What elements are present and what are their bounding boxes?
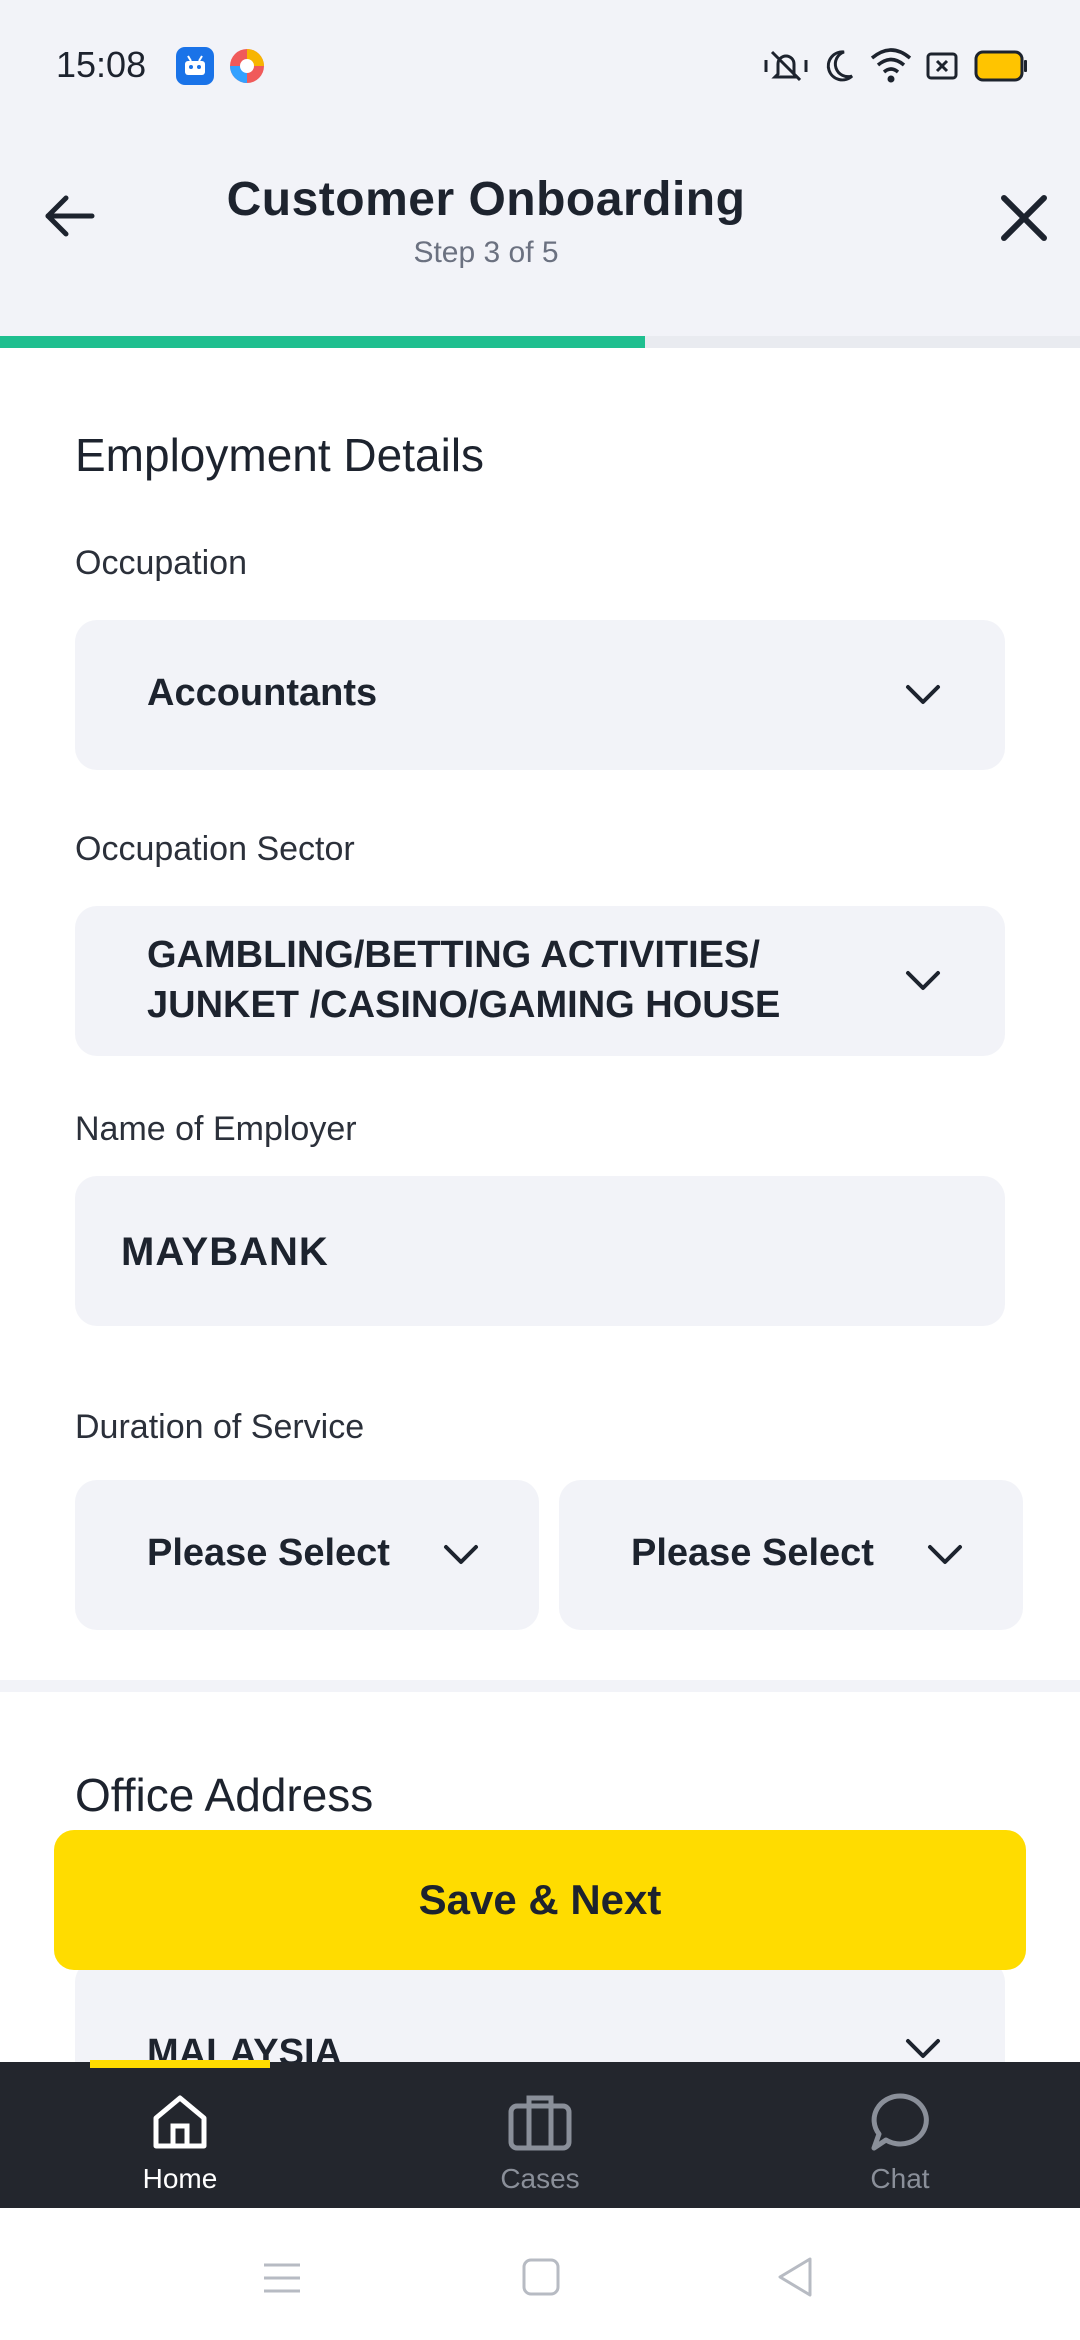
employer-name-input[interactable]: MAYBANK <box>75 1176 1005 1326</box>
step-indicator: Step 3 of 5 <box>413 236 559 269</box>
occupation-dropdown[interactable]: Accountants <box>75 620 1005 770</box>
occupation-sector-dropdown[interactable]: GAMBLING/BETTING ACTIVITIES/ JUNKET /CAS… <box>75 906 1005 1056</box>
duration-months-value: Please Select <box>631 1532 874 1574</box>
sim-card-icon <box>926 52 958 85</box>
duration-years-value: Please Select <box>147 1532 390 1574</box>
occupation-sector-label: Occupation Sector <box>75 830 355 868</box>
system-navigation-bar <box>0 2208 1080 2340</box>
app-header: 15:08 Customer Onboarding Step 3 of 5 <box>0 0 1080 336</box>
android-app-icon <box>176 47 214 85</box>
save-next-button[interactable]: Save & Next <box>54 1830 1026 1970</box>
nav-item-cases[interactable]: Cases <box>440 2090 640 2195</box>
nav-label-chat: Chat <box>870 2163 930 2194</box>
chevron-down-icon <box>928 1545 962 1564</box>
section-divider <box>0 1680 1080 1692</box>
chevron-down-icon <box>906 971 940 990</box>
occupation-sector-value-line2: JUNKET /CASINO/GAMING HOUSE <box>147 984 781 1026</box>
menu-icon[interactable] <box>262 2262 302 2294</box>
duration-months-dropdown[interactable]: Please Select <box>559 1480 1023 1630</box>
nav-label-cases: Cases <box>500 2163 580 2194</box>
chevron-down-icon <box>444 1545 478 1564</box>
employer-name-label: Name of Employer <box>75 1110 357 1148</box>
home-icon <box>153 2095 207 2149</box>
duration-of-service-label: Duration of Service <box>75 1408 365 1446</box>
do-not-disturb-moon-icon <box>824 48 856 89</box>
close-icon[interactable] <box>996 190 1052 246</box>
page-title: Customer Onboarding <box>226 173 746 226</box>
occupation-value: Accountants <box>147 672 378 714</box>
nav-item-chat[interactable]: Chat <box>800 2090 1000 2195</box>
progress-bar <box>0 336 1080 348</box>
back-triangle-icon[interactable] <box>776 2256 814 2298</box>
occupation-sector-value-line1: GAMBLING/BETTING ACTIVITIES/ <box>147 934 760 976</box>
employer-name-value: MAYBANK <box>121 1230 329 1274</box>
employment-section-title: Employment Details <box>75 429 485 481</box>
chevron-down-icon <box>906 2039 940 2058</box>
briefcase-icon <box>508 2095 572 2151</box>
duration-years-dropdown[interactable]: Please Select <box>75 1480 539 1630</box>
vibrate-mute-icon <box>762 48 810 89</box>
browser-app-icon <box>228 47 266 85</box>
office-address-section-title: Office Address <box>75 1769 374 1821</box>
chevron-down-icon <box>906 685 940 704</box>
battery-icon <box>974 50 1028 87</box>
nav-item-home[interactable]: Home <box>80 2090 280 2195</box>
home-square-icon[interactable] <box>522 2258 560 2296</box>
wifi-icon <box>870 46 912 89</box>
progress-fill <box>0 336 646 348</box>
nav-active-indicator <box>90 2060 270 2068</box>
nav-label-home: Home <box>142 2163 218 2194</box>
occupation-label: Occupation <box>75 544 247 582</box>
chat-bubble-icon <box>871 2093 929 2151</box>
status-time: 15:08 <box>56 44 147 85</box>
